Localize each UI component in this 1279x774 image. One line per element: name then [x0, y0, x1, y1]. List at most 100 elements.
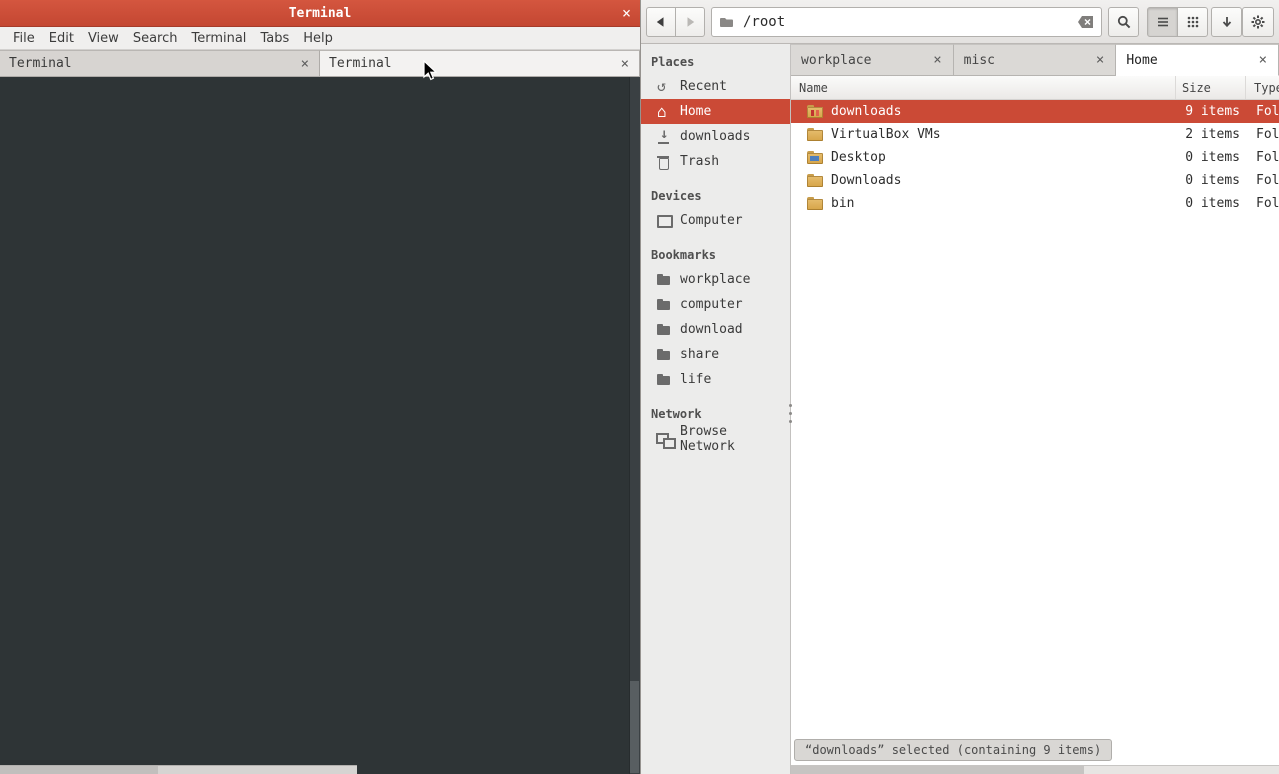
- sidebar-item-label: Recent: [680, 79, 727, 94]
- folder-gray-icon: [656, 297, 672, 313]
- sidebar-item[interactable]: downloads: [641, 124, 790, 149]
- clear-path-icon[interactable]: [1077, 15, 1094, 29]
- folder-desktop-icon: [807, 151, 824, 165]
- terminal-line: || .:::::::::::::::.' ||: [3, 81, 629, 101]
- file-manager-main: workplace × misc × Home × Name Size Type: [791, 44, 1279, 774]
- file-name: Desktop: [831, 150, 886, 165]
- file-size: 0 items: [1176, 196, 1246, 211]
- tab-close-icon[interactable]: ×: [300, 56, 310, 72]
- file-list-horizontal-scrollbar[interactable]: [791, 765, 1279, 774]
- menu-item[interactable]: View: [81, 29, 126, 48]
- sidebar-item-label: downloads: [680, 129, 750, 144]
- window-close-icon[interactable]: ×: [622, 4, 631, 22]
- mouse-cursor-icon: [423, 60, 437, 81]
- terminal-line: [3, 401, 629, 421]
- column-header-size[interactable]: Size: [1176, 76, 1246, 99]
- background-scrollbar-thumb[interactable]: [0, 766, 158, 774]
- file-manager-content: Places Recent Home downloads: [641, 44, 1279, 774]
- settings-button[interactable]: [1242, 7, 1274, 37]
- column-header-row: Name Size Type: [791, 76, 1279, 100]
- pane-splitter-handle[interactable]: [787, 402, 794, 428]
- sidebar-item[interactable]: Recent: [641, 74, 790, 99]
- file-row[interactable]: downloads 9 items Folder: [791, 100, 1279, 123]
- file-manager-toolbar: [641, 0, 1279, 44]
- forward-button[interactable]: [675, 7, 705, 37]
- sidebar-item-label: Trash: [680, 154, 719, 169]
- terminal-lines: || .:::::::::::::::.' || || .::::::::::.…: [3, 81, 629, 761]
- file-manager-tab[interactable]: Home ×: [1116, 44, 1279, 76]
- sidebar-item[interactable]: share: [641, 342, 790, 367]
- file-row[interactable]: VirtualBox VMs 2 items Folder: [791, 123, 1279, 146]
- sidebar-item[interactable]: workplace: [641, 267, 790, 292]
- file-manager-window: Places Recent Home downloads: [640, 0, 1279, 774]
- column-header-type[interactable]: Type: [1246, 76, 1279, 99]
- horizontal-scrollbar-thumb[interactable]: [791, 766, 1084, 774]
- file-name: VirtualBox VMs: [831, 127, 941, 142]
- sidebar-item[interactable]: Computer: [641, 208, 790, 233]
- file-row[interactable]: bin 0 items Folder: [791, 192, 1279, 215]
- terminal-scrollbar[interactable]: [629, 77, 640, 774]
- terminal-tab-label: Terminal: [329, 56, 620, 71]
- sidebar-item[interactable]: Browse Network: [641, 426, 790, 451]
- file-manager-tab[interactable]: workplace ×: [791, 44, 954, 76]
- terminal-line: the download picture timeout seconds "32…: [3, 541, 629, 561]
- file-type: Folder: [1246, 104, 1279, 119]
- menu-item[interactable]: Terminal: [184, 29, 253, 48]
- terminal-tab-label: Terminal: [9, 56, 300, 71]
- file-row[interactable]: Desktop 0 items Folder: [791, 146, 1279, 169]
- grid-view-button[interactable]: [1177, 7, 1208, 37]
- search-button[interactable]: [1108, 7, 1139, 37]
- sidebar-item[interactable]: download: [641, 317, 790, 342]
- terminal-line: || .::::::::::'' ||: [3, 121, 629, 141]
- folder-gray-icon: [656, 347, 672, 363]
- terminal-tab[interactable]: Terminal ×: [0, 50, 320, 76]
- file-list: downloads 9 items Folder VirtualBox VMs …: [791, 100, 1279, 215]
- file-manager-tab[interactable]: misc ×: [954, 44, 1117, 76]
- download-button[interactable]: [1211, 7, 1242, 37]
- sidebar-item-label: workplace: [680, 272, 750, 287]
- terminal-line: the number of concurrent tasks "16";: [3, 621, 629, 641]
- tab-close-icon[interactable]: ×: [932, 52, 942, 68]
- list-view-button[interactable]: [1147, 7, 1178, 37]
- terminal-output: || .:::::::::::::::.' || || .::::::::::.…: [0, 77, 640, 774]
- terminal-tabbar: Terminal × Terminal ×: [0, 50, 640, 77]
- background-horizontal-scrollbar[interactable]: [0, 765, 357, 774]
- column-header-name[interactable]: Name: [791, 76, 1176, 99]
- path-input[interactable]: [741, 13, 1070, 31]
- file-row[interactable]: Downloads 0 items Folder: [791, 169, 1279, 192]
- terminal-line: || .:::::' '::::::. ::::. '::. ||: [3, 221, 629, 241]
- terminal-line: 1710";: [3, 601, 629, 621]
- terminal-titlebar[interactable]: Terminal ×: [0, 0, 640, 27]
- tab-close-icon[interactable]: ×: [1095, 52, 1105, 68]
- file-name-cell: Downloads: [791, 173, 1176, 188]
- file-list-area: downloads 9 items Folder VirtualBox VMs …: [791, 100, 1279, 765]
- file-name-cell: bin: [791, 196, 1176, 211]
- menu-item[interactable]: File: [6, 29, 42, 48]
- sidebar-section: Bookmarks workplace computer downloa: [641, 241, 790, 392]
- menu-item[interactable]: Edit: [42, 29, 81, 48]
- sidebar-item-label: Computer: [680, 213, 743, 228]
- menu-item[interactable]: Tabs: [253, 29, 296, 48]
- tab-close-icon[interactable]: ×: [1258, 52, 1268, 68]
- menu-item[interactable]: Help: [296, 29, 340, 48]
- back-button[interactable]: [646, 7, 676, 37]
- sidebar-item-label: share: [680, 347, 719, 362]
- menu-item[interactable]: Search: [126, 29, 185, 48]
- sidebar-item[interactable]: Home: [641, 99, 790, 124]
- sidebar-item[interactable]: life: [641, 367, 790, 392]
- sidebar-item[interactable]: computer: [641, 292, 790, 317]
- file-type: Folder: [1246, 150, 1279, 165]
- sidebar-item-label: life: [680, 372, 711, 387]
- path-bar[interactable]: [711, 7, 1102, 37]
- trash-icon: [656, 154, 672, 170]
- terminal-line: || ..'':::: ':::::::::' :''' ||: [3, 301, 629, 321]
- navigation-button-group: [646, 7, 705, 37]
- terminal-line: Your command arguments:: [3, 501, 629, 521]
- places-sidebar: Places Recent Home downloads: [641, 44, 791, 774]
- terminal-line: |'======================================…: [3, 321, 629, 341]
- terminal-scrollbar-thumb[interactable]: [630, 681, 639, 773]
- terminal-tab[interactable]: Terminal ×: [320, 50, 640, 76]
- tab-close-icon[interactable]: ×: [620, 56, 630, 72]
- file-size: 9 items: [1176, 104, 1246, 119]
- sidebar-item[interactable]: Trash: [641, 149, 790, 174]
